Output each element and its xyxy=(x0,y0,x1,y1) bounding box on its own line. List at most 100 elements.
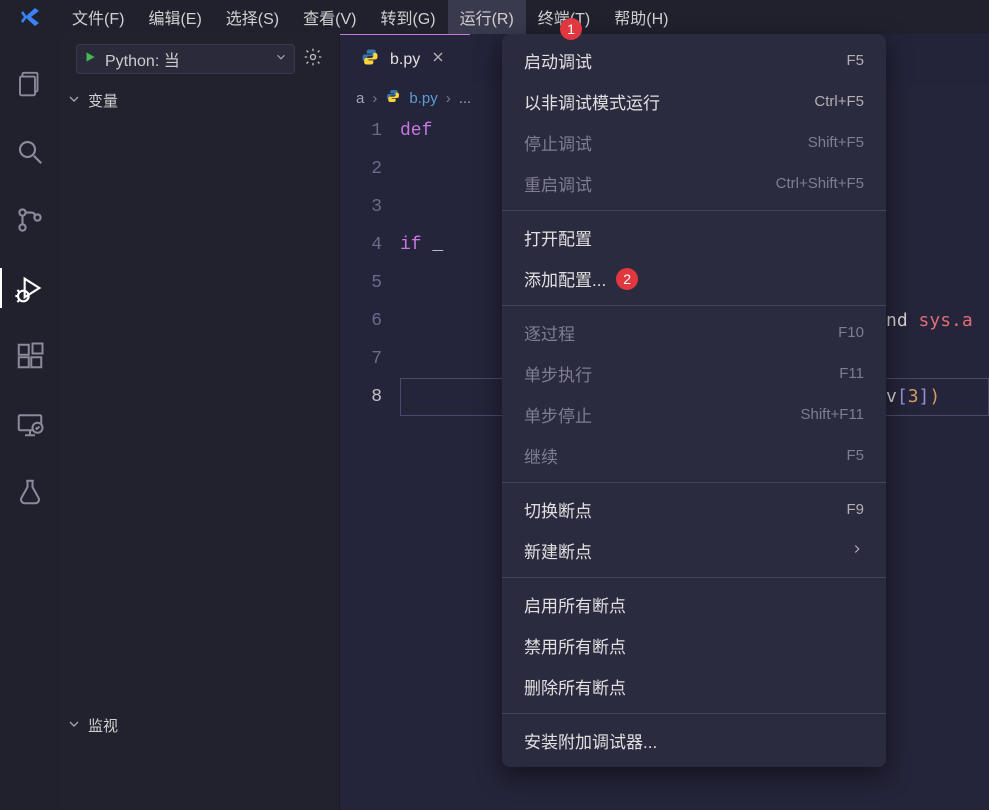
chevron-right-icon: › xyxy=(446,90,451,107)
tab-b-py[interactable]: b.py xyxy=(340,34,470,84)
menu-separator xyxy=(502,210,886,211)
variables-label: 变量 xyxy=(88,90,118,111)
menu-item-label: 切换断点 xyxy=(524,497,592,522)
menu-item-label: 单步执行 xyxy=(524,361,592,386)
menu-separator xyxy=(502,577,886,578)
activity-testing[interactable] xyxy=(0,458,60,526)
menu-view[interactable]: 查看(V) xyxy=(291,0,368,35)
activity-extensions[interactable] xyxy=(0,322,60,390)
menu-item-label: 逐过程 xyxy=(524,320,575,345)
watch-section[interactable]: 监视 xyxy=(60,709,339,742)
line-number: 5 xyxy=(340,264,400,302)
menu-item: 停止调试 Shift+F5 xyxy=(502,122,886,163)
debug-toolbar: Python: 当 xyxy=(60,34,339,84)
menu-item: 继续 F5 xyxy=(502,435,886,476)
menu-item[interactable]: 添加配置... 2 xyxy=(502,258,886,299)
menu-item[interactable]: 禁用所有断点 xyxy=(502,625,886,666)
menu-item: 单步执行 F11 xyxy=(502,353,886,394)
menu-edit[interactable]: 编辑(E) xyxy=(136,0,213,35)
activity-remote[interactable] xyxy=(0,390,60,458)
menu-item-label: 继续 xyxy=(524,443,558,468)
line-number: 6 xyxy=(340,302,400,340)
menu-separator xyxy=(502,482,886,483)
menu-item-label: 安装附加调试器... xyxy=(524,728,657,753)
menu-item[interactable]: 删除所有断点 xyxy=(502,666,886,707)
variables-section[interactable]: 变量 xyxy=(60,84,339,117)
menu-item-label: 重启调试 xyxy=(524,171,592,196)
run-menu-dropdown: 启动调试 F5 以非调试模式运行 Ctrl+F5 停止调试 Shift+F5 重启调试 Ctr… xyxy=(502,34,886,767)
menu-separator xyxy=(502,305,886,306)
line-number: 2 xyxy=(340,150,400,188)
menu-item-label: 以非调试模式运行 xyxy=(524,89,660,114)
chevron-right-icon xyxy=(850,541,864,561)
menu-go[interactable]: 转到(G) xyxy=(368,0,447,35)
menu-item-label: 打开配置 xyxy=(524,225,592,250)
menu-item-label: 单步停止 xyxy=(524,402,592,427)
python-icon xyxy=(385,88,401,108)
menu-item: 单步停止 Shift+F11 xyxy=(502,394,886,435)
tab-label: b.py xyxy=(390,51,420,69)
menu-item-label: 启动调试 xyxy=(524,48,592,73)
activity-explorer[interactable] xyxy=(0,50,60,118)
watch-label: 监视 xyxy=(88,715,118,736)
debug-sidebar: Python: 当 变量 监视 xyxy=(60,34,340,810)
play-icon xyxy=(83,50,97,69)
menu-shortcut: F5 xyxy=(846,52,864,69)
menu-shortcut: Shift+F11 xyxy=(800,406,864,423)
line-number: 1 xyxy=(340,112,400,150)
menu-item-label: 禁用所有断点 xyxy=(524,633,626,658)
menu-item[interactable]: 打开配置 xyxy=(502,217,886,258)
activity-scm[interactable] xyxy=(0,186,60,254)
menu-item-label: 添加配置... xyxy=(524,266,606,291)
menu-item[interactable]: 安装附加调试器... xyxy=(502,720,886,761)
menu-selection[interactable]: 选择(S) xyxy=(214,0,291,35)
menu-shortcut: F5 xyxy=(846,447,864,464)
code-fragment: v[3]) xyxy=(886,378,940,416)
activity-search[interactable] xyxy=(0,118,60,186)
annotation-badge-2: 2 xyxy=(616,268,638,290)
line-number: 4 xyxy=(340,226,400,264)
activity-bar xyxy=(0,34,60,810)
menu-item: 重启调试 Ctrl+Shift+F5 xyxy=(502,163,886,204)
annotation-badge-1: 1 xyxy=(560,18,582,40)
menu-shortcut: F9 xyxy=(846,501,864,518)
line-number: 8 xyxy=(340,378,400,416)
menu-item-label: 新建断点 xyxy=(524,538,592,563)
code-fragment: nd sys.a xyxy=(886,302,973,340)
menu-shortcut: Ctrl+Shift+F5 xyxy=(776,175,864,192)
menu-file[interactable]: 文件(F) xyxy=(60,0,136,35)
menu-item-label: 停止调试 xyxy=(524,130,592,155)
line-number: 7 xyxy=(340,340,400,378)
breadcrumb-seg: a xyxy=(356,90,364,107)
chevron-right-icon: › xyxy=(372,90,377,107)
menu-separator xyxy=(502,713,886,714)
menu-item[interactable]: 启动调试 F5 xyxy=(502,40,886,81)
menu-shortcut: F11 xyxy=(839,365,864,382)
menu-run[interactable]: 运行(R) xyxy=(448,0,526,35)
python-icon xyxy=(360,47,380,72)
menu-item: 逐过程 F10 xyxy=(502,312,886,353)
menu-shortcut: F10 xyxy=(838,324,864,341)
menu-shortcut: Ctrl+F5 xyxy=(814,93,864,110)
chevron-down-icon xyxy=(66,716,82,736)
menu-item[interactable]: 切换断点 F9 xyxy=(502,489,886,530)
debug-config-selector[interactable]: Python: 当 xyxy=(76,44,295,74)
menu-item[interactable]: 以非调试模式运行 Ctrl+F5 xyxy=(502,81,886,122)
menu-item[interactable]: 新建断点 xyxy=(502,530,886,571)
menu-help[interactable]: 帮助(H) xyxy=(602,0,680,35)
debug-config-label: Python: 当 xyxy=(105,47,180,71)
gear-icon[interactable] xyxy=(303,47,323,72)
app-logo xyxy=(0,5,60,29)
menu-item-label: 启用所有断点 xyxy=(524,592,626,617)
chevron-down-icon xyxy=(274,50,288,69)
menu-shortcut: Shift+F5 xyxy=(808,134,864,151)
menubar: 文件(F) 编辑(E) 选择(S) 查看(V) 转到(G) 运行(R) 终端(T… xyxy=(0,0,989,34)
menu-item[interactable]: 启用所有断点 xyxy=(502,584,886,625)
breadcrumb-trailing: ... xyxy=(459,90,472,107)
activity-debug[interactable] xyxy=(0,254,60,322)
line-number: 3 xyxy=(340,188,400,226)
menu-item-label: 删除所有断点 xyxy=(524,674,626,699)
breadcrumb-seg: b.py xyxy=(409,90,437,107)
close-icon[interactable] xyxy=(430,49,446,70)
chevron-down-icon xyxy=(66,91,82,111)
